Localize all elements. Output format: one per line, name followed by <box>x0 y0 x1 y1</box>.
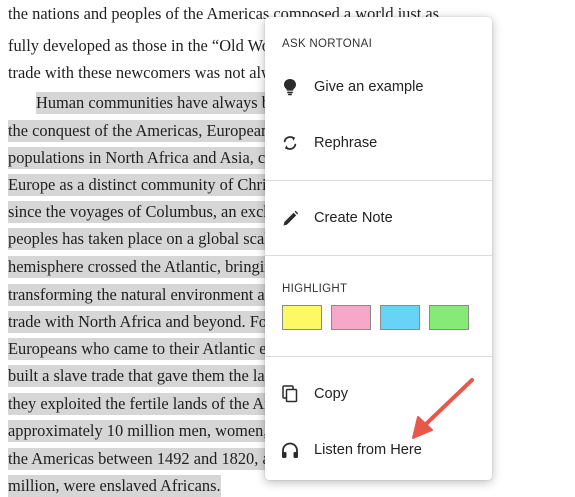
lightbulb-icon <box>279 76 301 98</box>
rephrase-label: Rephrase <box>314 135 378 151</box>
ask-nortonai-heading: ASK NORTONAI <box>282 38 373 50</box>
menu-divider <box>265 356 492 357</box>
copy-icon <box>279 383 301 405</box>
highlight-swatches <box>282 305 469 330</box>
highlight-green-swatch[interactable] <box>429 305 469 330</box>
create-note-item[interactable]: Create Note <box>265 200 492 236</box>
copy-label: Copy <box>314 386 349 402</box>
highlight-pink-swatch[interactable] <box>331 305 371 330</box>
rephrase-icon <box>279 132 301 154</box>
menu-divider <box>265 255 492 256</box>
create-note-label: Create Note <box>314 210 393 226</box>
highlight-blue-swatch[interactable] <box>380 305 420 330</box>
selected-text-line[interactable]: trade with North Africa and beyond. For … <box>8 311 306 333</box>
listen-from-here-label: Listen from Here <box>314 442 422 458</box>
listen-from-here-item[interactable]: Listen from Here <box>265 432 492 468</box>
context-menu: ASK NORTONAI Give an example Rephrase Cr… <box>265 17 492 480</box>
menu-divider <box>265 180 492 181</box>
headphones-icon <box>279 439 301 461</box>
selected-text-line[interactable]: million, were enslaved Africans. <box>8 475 221 497</box>
highlight-yellow-swatch[interactable] <box>282 305 322 330</box>
give-example-item[interactable]: Give an example <box>265 69 492 105</box>
rephrase-item[interactable]: Rephrase <box>265 125 492 161</box>
copy-item[interactable]: Copy <box>265 376 492 412</box>
pencil-icon <box>279 207 301 229</box>
give-example-label: Give an example <box>314 79 424 95</box>
highlight-heading: HIGHLIGHT <box>282 283 348 295</box>
